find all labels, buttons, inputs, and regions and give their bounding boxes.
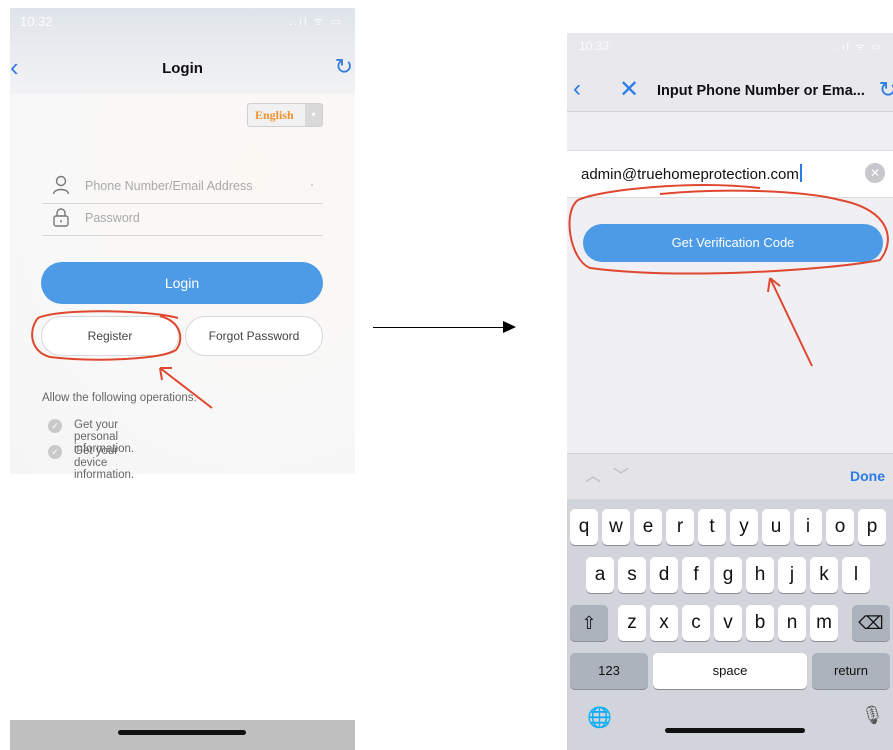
key-q[interactable]: q	[570, 509, 598, 545]
transition-arrow-line	[373, 327, 505, 328]
next-field-icon[interactable]: ﹀	[613, 462, 629, 486]
key-g[interactable]: g	[714, 557, 742, 593]
verification-nav-bar: 10:33 ..ıl ᯤ ▭ ‹ ✕ Input Phone Number or…	[567, 33, 893, 112]
key-x[interactable]: x	[650, 605, 678, 641]
lock-icon	[52, 208, 70, 233]
key-v[interactable]: v	[714, 605, 742, 641]
login-button[interactable]: Login	[41, 262, 323, 304]
permission-text: Get your device information.	[74, 445, 135, 481]
key-d[interactable]: d	[650, 557, 678, 593]
back-chevron-icon[interactable]: ‹	[573, 75, 581, 103]
done-button[interactable]: Done	[850, 468, 885, 484]
key-w[interactable]: w	[602, 509, 630, 545]
key-j[interactable]: j	[778, 557, 806, 593]
email-text: admin@truehomeprotection.com	[581, 166, 799, 183]
page-title: Input Phone Number or Ema...	[657, 83, 865, 99]
permissions-title: Allow the following operations:	[42, 392, 197, 404]
status-icons: ..ıl ᯤ ▭	[288, 16, 343, 28]
key-a[interactable]: a	[586, 557, 614, 593]
phone-email-field[interactable]: Phone Number/Email Address ·	[42, 173, 322, 204]
key-b[interactable]: b	[746, 605, 774, 641]
status-icons: ..ıl ᯤ ▭	[832, 42, 883, 53]
shift-key[interactable]: ⇧	[570, 605, 608, 641]
phone-email-placeholder: Phone Number/Email Address	[85, 179, 253, 193]
get-verification-code-button[interactable]: Get Verification Code	[583, 224, 883, 262]
on-screen-keyboard: q w e r t y u i o p a s d f g h j k l ⇧ …	[567, 499, 893, 750]
globe-icon[interactable]: 🌐	[587, 705, 612, 730]
email-field[interactable]: admin@truehomeprotection.com ✕	[567, 150, 893, 198]
login-nav-bar: 10:32 ..ıl ᯤ ▭ ‹ Login ↻	[10, 8, 355, 94]
previous-field-icon[interactable]: ︿	[585, 462, 601, 486]
transition-arrowhead	[503, 321, 516, 333]
space-key[interactable]: space	[653, 653, 807, 689]
status-time: 10:33	[579, 39, 610, 53]
refresh-icon[interactable]: ↻	[335, 54, 353, 80]
key-y[interactable]: y	[730, 509, 758, 545]
language-selected-label: English	[255, 108, 294, 122]
close-icon[interactable]: ✕	[619, 75, 639, 104]
text-cursor	[799, 164, 802, 182]
forgot-password-button[interactable]: Forgot Password	[185, 316, 323, 356]
check-icon: ✓	[48, 445, 62, 459]
key-u[interactable]: u	[762, 509, 790, 545]
register-button[interactable]: Register	[41, 316, 179, 356]
home-indicator	[118, 730, 246, 735]
key-e[interactable]: e	[634, 509, 662, 545]
key-r[interactable]: r	[666, 509, 694, 545]
user-icon	[52, 175, 70, 200]
refresh-icon[interactable]: ↻	[879, 77, 893, 103]
password-field[interactable]: Password	[42, 205, 322, 236]
key-p[interactable]: p	[858, 509, 886, 545]
delete-key[interactable]: ⌫	[852, 605, 890, 641]
key-k[interactable]: k	[810, 557, 838, 593]
field-dot: ·	[310, 177, 314, 191]
key-m[interactable]: m	[810, 605, 838, 641]
home-indicator	[665, 728, 805, 733]
key-n[interactable]: n	[778, 605, 806, 641]
verification-screen: 10:33 ..ıl ᯤ ▭ ‹ ✕ Input Phone Number or…	[567, 33, 893, 750]
key-c[interactable]: c	[682, 605, 710, 641]
clear-icon[interactable]: ✕	[865, 163, 885, 183]
status-time: 10:32	[20, 14, 53, 29]
keyboard-toolbar: ︿ ﹀ Done	[567, 453, 893, 500]
chevron-down-icon: ▾	[305, 104, 322, 126]
key-f[interactable]: f	[682, 557, 710, 593]
key-l[interactable]: l	[842, 557, 870, 593]
password-placeholder: Password	[85, 211, 140, 225]
key-z[interactable]: z	[618, 605, 646, 641]
key-s[interactable]: s	[618, 557, 646, 593]
check-icon: ✓	[48, 419, 62, 433]
key-t[interactable]: t	[698, 509, 726, 545]
key-o[interactable]: o	[826, 509, 854, 545]
numbers-key[interactable]: 123	[570, 653, 648, 689]
key-h[interactable]: h	[746, 557, 774, 593]
return-key[interactable]: return	[812, 653, 890, 689]
key-i[interactable]: i	[794, 509, 822, 545]
home-indicator-area	[10, 720, 355, 750]
language-select[interactable]: English ▾	[247, 103, 323, 127]
microphone-icon[interactable]: 🎙	[861, 705, 884, 726]
login-screen: 10:32 ..ıl ᯤ ▭ ‹ Login ↻ English ▾ Phone…	[10, 8, 355, 750]
email-field-value: admin@truehomeprotection.com	[581, 164, 802, 183]
page-title: Login	[162, 60, 203, 77]
